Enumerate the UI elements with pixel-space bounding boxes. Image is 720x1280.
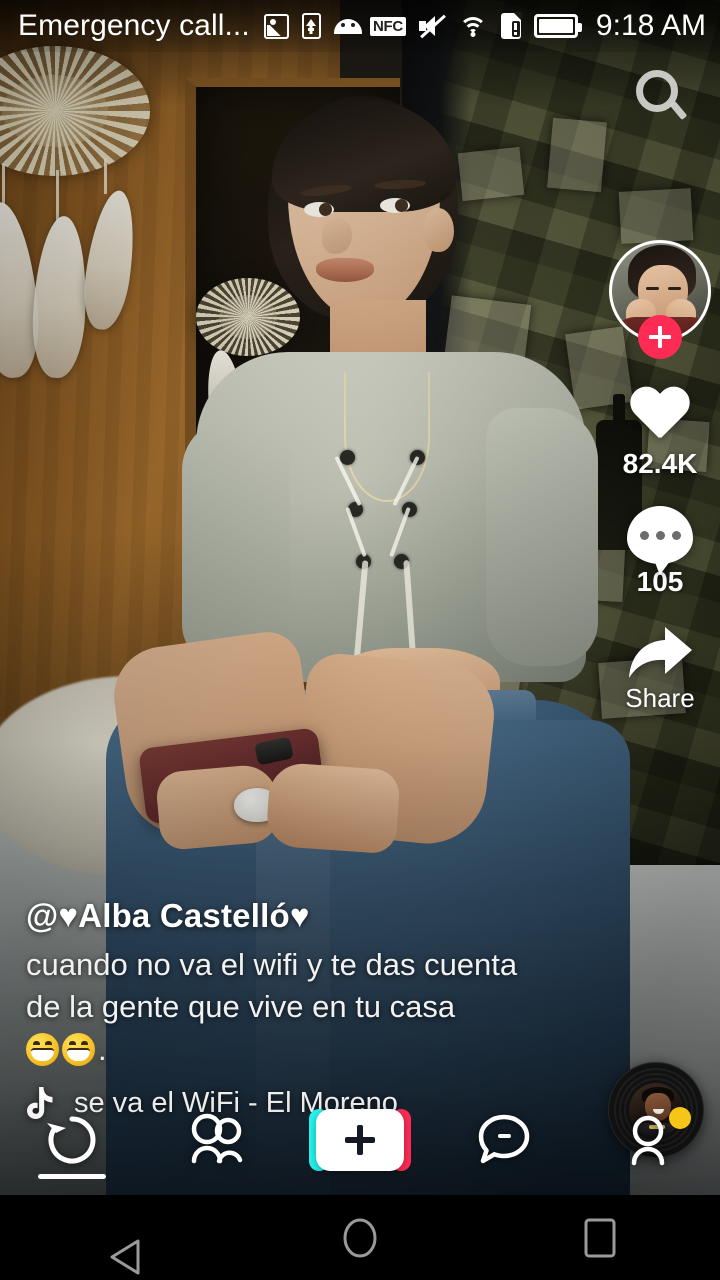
plus-icon (345, 1125, 375, 1155)
home-circle-icon (341, 1217, 379, 1259)
like-button[interactable]: 82.4K (600, 388, 720, 480)
wifi-icon (458, 15, 488, 37)
tiktok-video-screen: Emergency call... NFC 9:18 AM 82.4K 105 … (0, 0, 720, 1280)
image-icon (263, 13, 289, 39)
message-bubble-icon (475, 1111, 533, 1169)
volume-muted-icon (418, 14, 446, 39)
heart-icon (629, 388, 691, 446)
comment-button[interactable]: 105 (600, 506, 720, 598)
back-triangle-icon (108, 1217, 140, 1274)
search-icon (634, 70, 686, 122)
active-tab-indicator (38, 1174, 106, 1179)
grinning-emoji-icon (26, 1033, 59, 1067)
comment-bubble-icon (627, 506, 693, 564)
caption-line-1: cuando no va el wifi y te das cuenta (26, 946, 518, 982)
create-button[interactable] (309, 1109, 411, 1171)
status-bar-clock: 9:18 AM (595, 9, 706, 42)
system-home-button[interactable] (305, 1195, 415, 1280)
status-bar-right-icons: NFC 9:18 AM (369, 9, 706, 43)
sim-card-alert-icon (500, 13, 521, 39)
status-bar: Emergency call... NFC 9:18 AM (0, 0, 720, 52)
notification-title: Emergency call... (18, 9, 250, 42)
battery-full-icon (533, 14, 582, 38)
nfc-icon: NFC (369, 16, 406, 36)
share-arrow-icon (625, 624, 695, 682)
search-button[interactable] (600, 70, 720, 122)
nav-item-inbox[interactable] (432, 1085, 576, 1195)
like-count: 82.4K (622, 448, 698, 479)
person-icon (619, 1107, 691, 1169)
author-username[interactable]: @♥Alba Castelló♥ (26, 897, 546, 935)
two-people-icon (183, 1111, 249, 1169)
grinning-emoji-icon (62, 1033, 95, 1067)
caption-period: . (98, 1032, 107, 1068)
nav-item-home[interactable] (0, 1085, 144, 1195)
sd-card-upload-icon (301, 13, 321, 39)
system-recents-button[interactable] (545, 1195, 655, 1280)
share-label: Share (625, 683, 695, 713)
android-system-navigation (0, 1195, 720, 1280)
profile-notification-badge (669, 1107, 691, 1129)
author-avatar-button[interactable] (600, 240, 720, 359)
caption-emoji-line: . (26, 1029, 546, 1072)
follow-plus-icon[interactable] (638, 315, 682, 359)
action-rail: 82.4K 105 Share (600, 70, 720, 714)
bottom-navigation-bar (0, 1085, 720, 1195)
replay-circular-arrow-icon (43, 1111, 101, 1169)
status-bar-left-icons (263, 13, 362, 39)
nav-item-profile[interactable] (576, 1085, 720, 1195)
nav-item-friends[interactable] (144, 1085, 288, 1195)
caption-line-2: de la gente que vive en tu casa (26, 989, 456, 1025)
android-robot-icon (333, 18, 362, 34)
nav-item-create[interactable] (288, 1085, 432, 1195)
system-back-button[interactable] (65, 1195, 175, 1280)
share-button[interactable]: Share (600, 624, 720, 714)
recents-square-icon (583, 1217, 617, 1259)
